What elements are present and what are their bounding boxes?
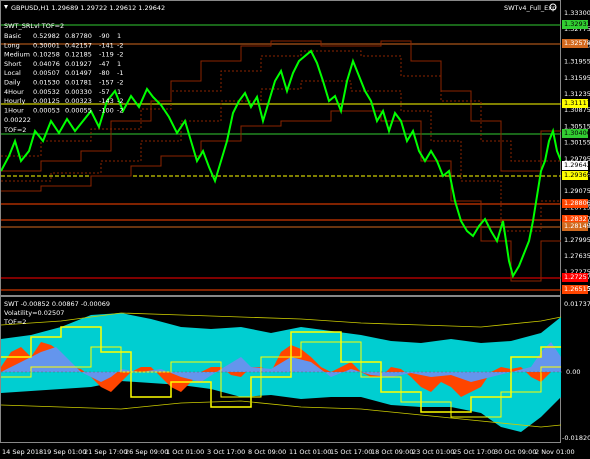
price-level-tag: 1.28149 <box>562 221 590 231</box>
time-axis-label: 11 Oct 01:00 <box>289 448 331 456</box>
sub-line2: Volatility=0.02507 <box>4 309 64 317</box>
price-axis-label: 1.31955 <box>564 58 590 66</box>
price-axis-label: 1.31235 <box>564 90 590 98</box>
price-axis-label: 1.33300 <box>564 9 590 17</box>
swt-row-v1: 0.00125 <box>33 97 60 105</box>
price-axis-label: 1.31595 <box>564 74 590 82</box>
time-axis-label: 2 Nov 01:00 <box>535 448 575 456</box>
swt-row-name: Hourly <box>4 97 25 105</box>
swt-row-name: Daily <box>4 79 21 87</box>
price-level-tag: 1.29369 <box>562 170 590 180</box>
swt-row-name: Local <box>4 69 21 77</box>
time-axis-label: 25 Oct 17:00 <box>453 448 495 456</box>
swt-row-name: Long <box>4 41 20 49</box>
sub-axis-bottom: -0.01820 <box>562 434 590 442</box>
swt-row-v2: 0.01497 <box>65 69 92 77</box>
price-level-tag: 1.27257 <box>562 272 590 282</box>
swt-row-name: Basic <box>4 32 22 40</box>
swt-row-v2: 0.00055 <box>65 106 92 114</box>
swt-row-v2: 0.87780 <box>65 32 92 40</box>
swt-extra-value: 0.00222 <box>4 116 31 124</box>
main-chart[interactable]: GBPUSD,H1 1.29689 1.29722 1.29612 1.2964… <box>0 0 562 297</box>
swt-row-name: 1Hour <box>4 106 24 114</box>
main-chart-canvas[interactable]: GBPUSD,H1 1.29689 1.29722 1.29612 1.2964… <box>1 1 562 297</box>
swt-row-v1: 0.04076 <box>33 60 60 68</box>
swt-row-v3: -100 <box>99 106 114 114</box>
swt-row-v2: 0.42157 <box>65 41 92 49</box>
sub-line3: TOF=2 <box>3 318 26 326</box>
swt-row-v1: 0.00053 <box>33 106 60 114</box>
time-axis-label: 3 Oct 17:00 <box>207 448 245 456</box>
sub-chart-canvas[interactable]: SWT -0.00852 0.00867 -0.00069 Volatility… <box>1 297 562 444</box>
swt-row-v2: 0.00323 <box>65 97 92 105</box>
price-level-tag: 1.30406 <box>562 128 590 138</box>
swt-row-v1: 0.52982 <box>33 32 60 40</box>
swt-row-v4: 1 <box>117 88 121 96</box>
price-level-tag: 1.29642 <box>562 160 590 170</box>
indicator-name: SWTv4_Full_Exp <box>504 4 556 12</box>
price-level-tag: 1.32933 <box>562 19 590 29</box>
swt-row-v3: -141 <box>99 41 114 49</box>
price-axis-label: 1.27635 <box>564 252 590 260</box>
price-level-tag: 1.28806 <box>562 198 590 208</box>
time-axis-label: 21 Sep 17:00 <box>84 448 127 456</box>
swt-row-v4: -2 <box>117 41 123 49</box>
swt-row-v3: -143 <box>99 97 114 105</box>
sub-chart[interactable]: SWT -0.00852 0.00867 -0.00069 Volatility… <box>0 296 562 444</box>
price-level-tag: 1.31117 <box>562 98 590 108</box>
swt-row-v2: 0.00330 <box>65 88 92 96</box>
swt-row-v1: 0.01530 <box>33 79 60 87</box>
swt-row-v3: -57 <box>99 88 110 96</box>
time-axis-label: 14 Sep 2018 <box>2 448 43 456</box>
swt-row-v4: -2 <box>117 97 123 105</box>
swt-row-v3: -119 <box>99 51 114 59</box>
swt-row-v1: 0.00532 <box>33 88 60 96</box>
time-axis-label: 23 Oct 01:00 <box>412 448 454 456</box>
sub-axis: 0.01737 0.00 -0.01820 <box>561 296 590 443</box>
swt-row-v2: 0.12185 <box>65 51 92 59</box>
sub-axis-top: 0.01737 <box>564 300 590 308</box>
swt-row-v3: -80 <box>99 69 110 77</box>
time-axis-label: 30 Oct 09:00 <box>494 448 536 456</box>
price-axis-label: 1.29075 <box>564 187 590 195</box>
swt-row-v3: -47 <box>99 60 110 68</box>
swt-row-v4: -1 <box>117 69 123 77</box>
swt-row-v4: 1 <box>117 60 121 68</box>
symbol-info: GBPUSD,H1 1.29689 1.29722 1.29612 1.2964… <box>11 4 165 12</box>
swt-row-name: Medium <box>4 51 30 59</box>
swt-row-v4: -2 <box>117 106 123 114</box>
sub-line1: SWT -0.00852 0.00867 -0.00069 <box>4 300 110 308</box>
price-axis-label: 1.27995 <box>564 236 590 244</box>
swt-row-name: 4Hour <box>4 88 24 96</box>
swt-row-name: Short <box>4 60 22 68</box>
chart-menu-icon[interactable] <box>4 5 8 9</box>
time-axis-label: 1 Oct 01:00 <box>166 448 204 456</box>
swt-row-v4: -2 <box>117 79 123 87</box>
time-axis-label: 18 Oct 09:00 <box>371 448 413 456</box>
time-axis-label: 26 Sep 09:00 <box>125 448 168 456</box>
swt-row-v4: -2 <box>117 51 123 59</box>
swt-panel-title: SWT_SRLvl TOF=2 <box>4 22 64 30</box>
time-axis-label: 15 Oct 17:00 <box>330 448 372 456</box>
swt-tof: TOF=2 <box>3 126 26 134</box>
swt-row-v3: -157 <box>99 79 114 87</box>
sub-axis-mid: 0.00 <box>566 368 580 376</box>
price-level-tag: 1.26515 <box>562 284 590 294</box>
swt-row-v2: 0.01927 <box>65 60 92 68</box>
swt-row-v3: -90 <box>99 32 110 40</box>
time-axis-label: 8 Oct 09:00 <box>248 448 286 456</box>
swt-row-v2: 0.01781 <box>65 79 92 87</box>
swt-row-v1: 0.00507 <box>33 69 60 77</box>
price-level-tag: 1.32578 <box>562 38 590 48</box>
time-axis-label: 19 Sep 01:00 <box>43 448 86 456</box>
price-axis-label: 1.30155 <box>564 139 590 147</box>
swt-row-v1: 0.30001 <box>33 41 60 49</box>
time-axis: 14 Sep 2018 19 Sep 01:00 21 Sep 17:00 26 Se… <box>0 443 590 459</box>
swt-row-v1: 0.10258 <box>33 51 60 59</box>
swt-row-v4: 1 <box>117 32 121 40</box>
